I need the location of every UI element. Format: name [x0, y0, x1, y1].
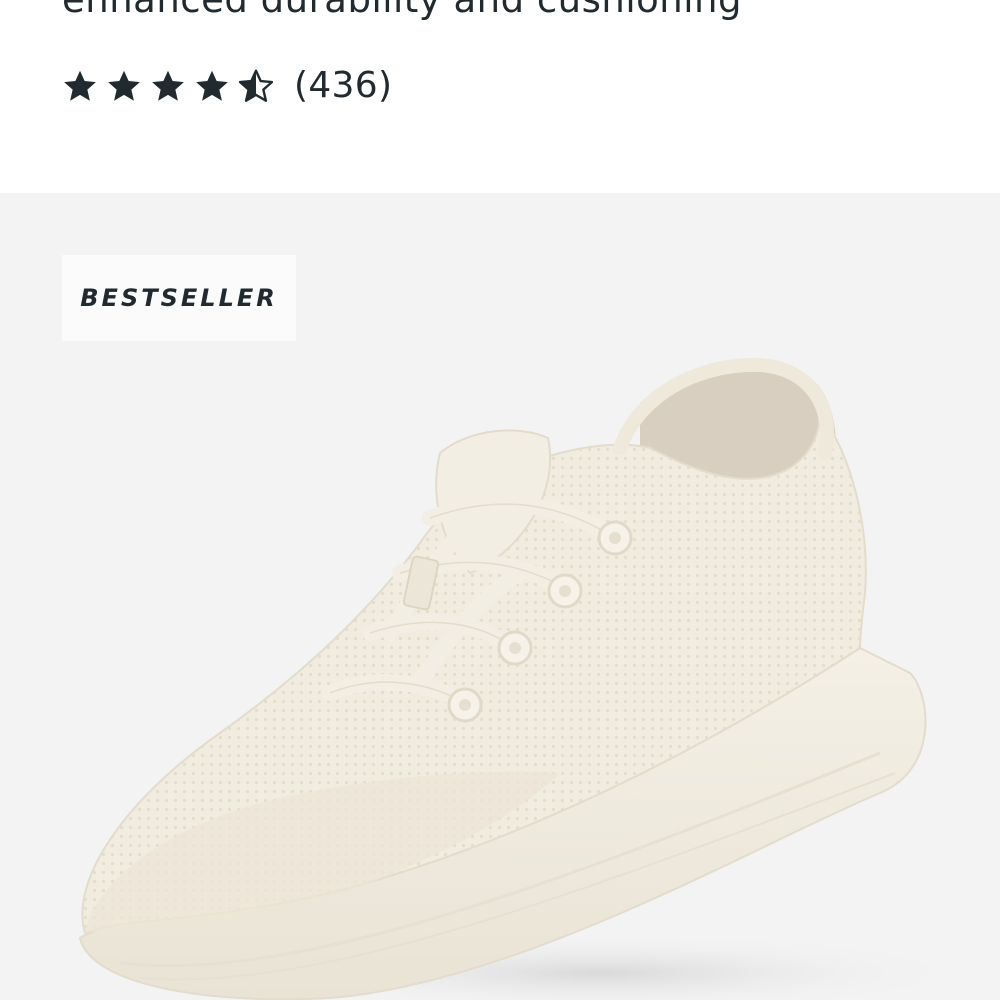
product-image-panel[interactable]: BESTSELLER	[0, 193, 1000, 1000]
half-star-icon	[238, 69, 274, 102]
star-icon	[152, 70, 184, 101]
star-icon	[196, 70, 228, 101]
star-icon	[108, 70, 140, 101]
product-subtitle: enhanced durability and cushioning	[62, 0, 962, 26]
rating-stars	[62, 68, 274, 104]
star-icon	[64, 70, 96, 101]
product-rating[interactable]: (436)	[62, 64, 392, 108]
review-count[interactable]: (436)	[294, 64, 392, 108]
bestseller-badge: BESTSELLER	[62, 255, 296, 341]
